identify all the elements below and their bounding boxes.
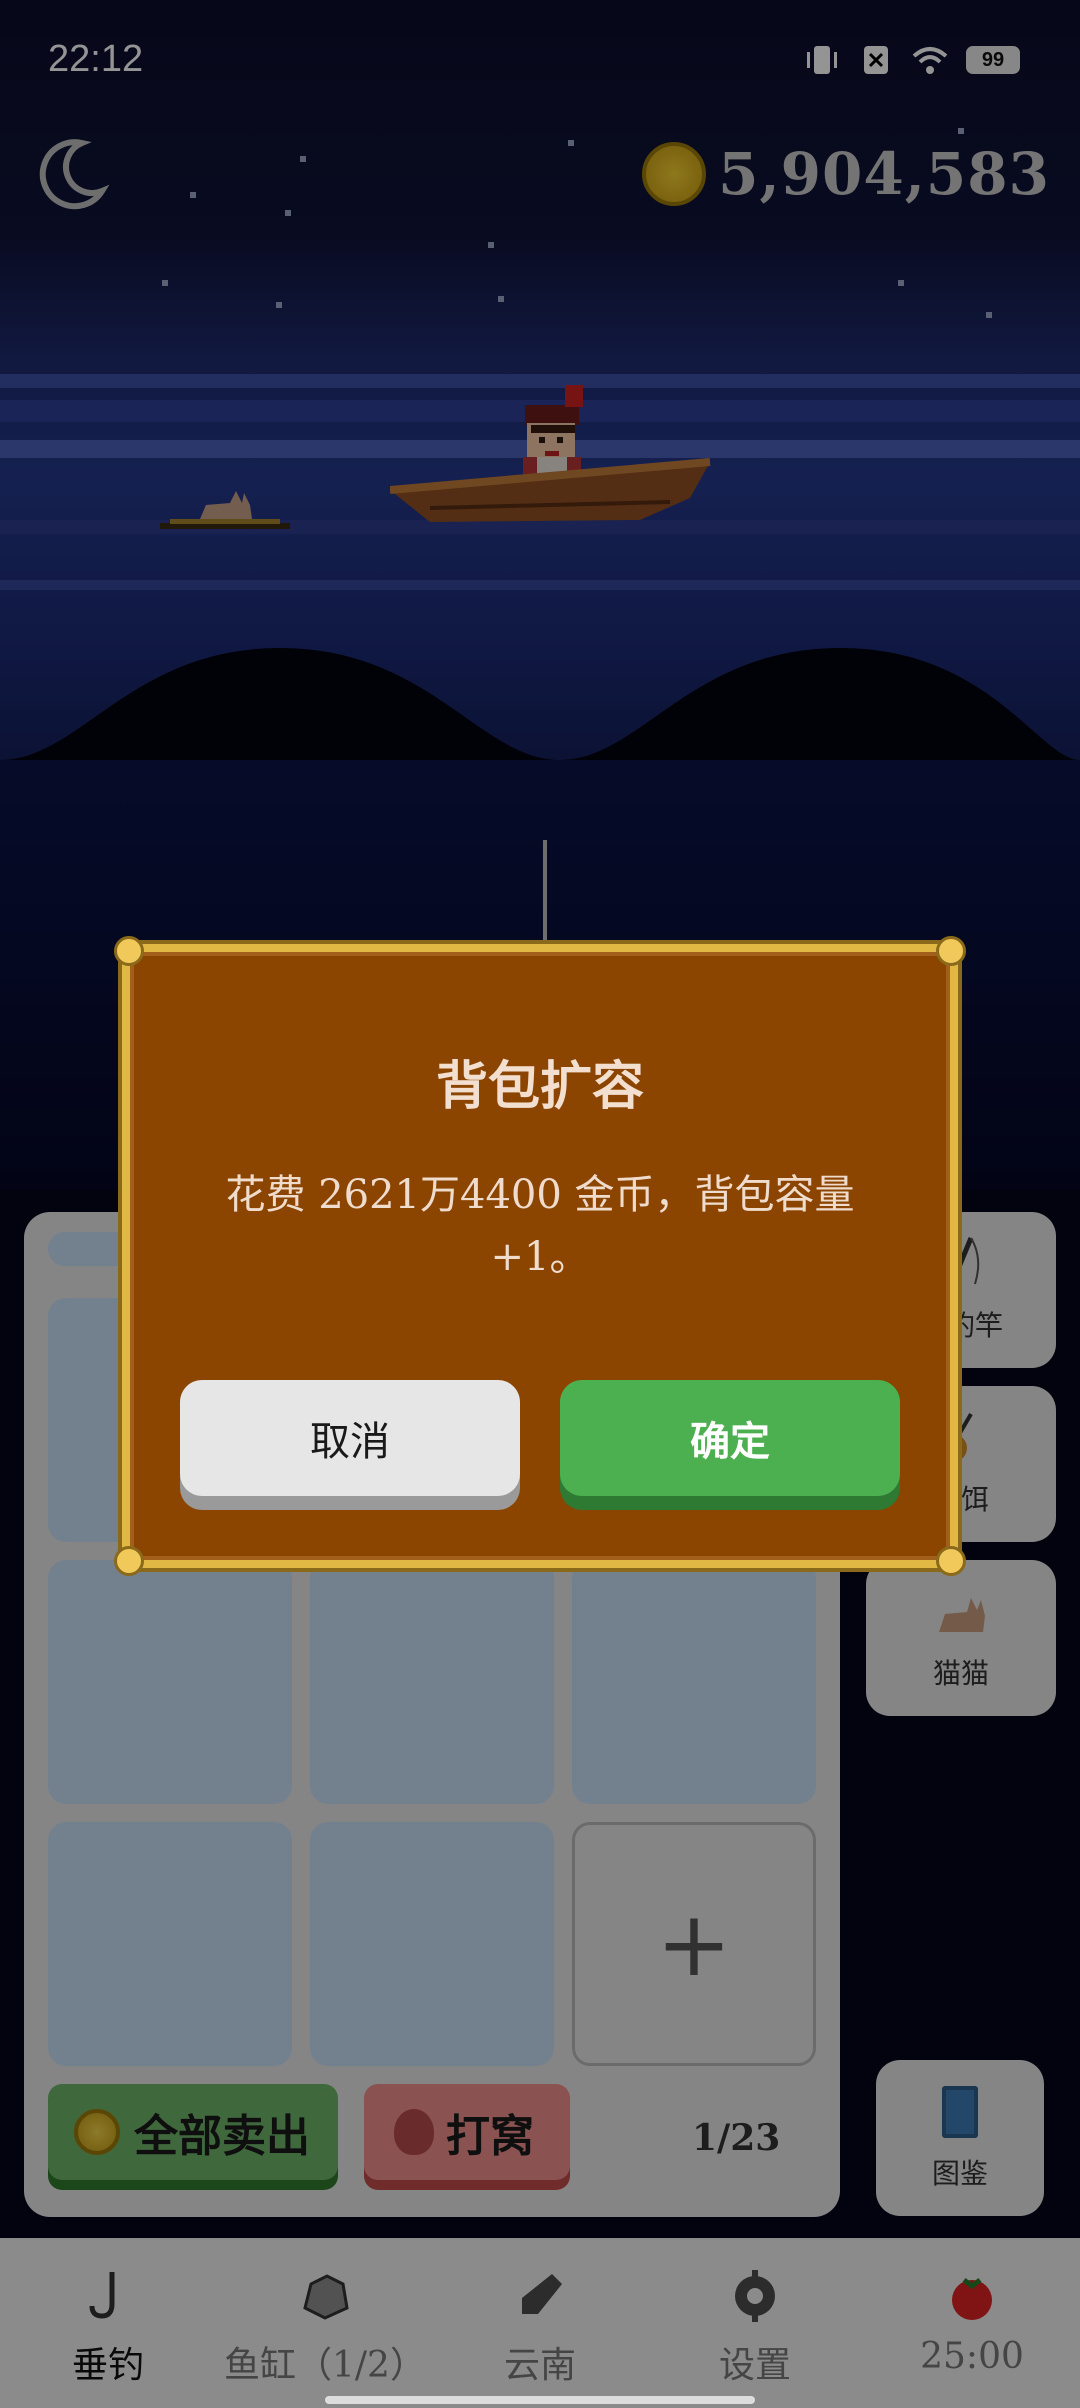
dialog-title: 背包扩容 xyxy=(435,1056,644,1117)
dialog-corner xyxy=(936,1546,966,1576)
dialog-corner xyxy=(114,936,144,966)
dialog-corner xyxy=(936,936,966,966)
cancel-button[interactable]: 取消 xyxy=(180,1380,520,1496)
home-indicator[interactable] xyxy=(325,2396,755,2404)
dialog-corner xyxy=(114,1546,144,1576)
dialog-message: 花费 2621万4400 金币，背包容量+1。 xyxy=(225,1172,855,1280)
expand-bag-dialog: 背包扩容 花费 2621万4400 金币，背包容量+1。 取消 确定 xyxy=(114,936,966,1576)
confirm-button[interactable]: 确定 xyxy=(560,1380,900,1496)
